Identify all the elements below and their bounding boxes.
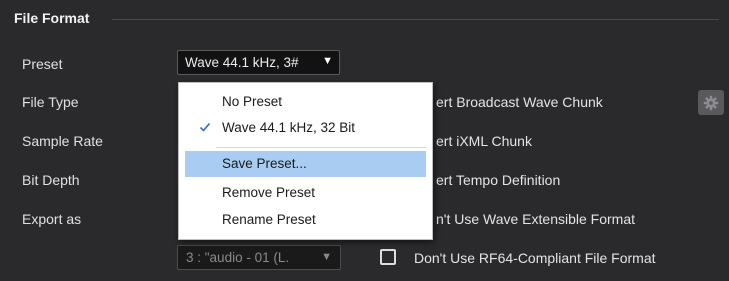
section-header: File Format xyxy=(0,0,729,36)
menu-item-wave-44k-32bit[interactable]: Wave 44.1 kHz, 32 Bit xyxy=(185,115,426,141)
channel-select[interactable]: 3 : "audio - 01 (L. ▼ xyxy=(177,245,341,270)
section-title: File Format xyxy=(14,10,90,26)
checkmark-icon xyxy=(199,122,211,132)
channel-select-value: 3 : "audio - 01 (L. xyxy=(186,250,290,265)
preset-select[interactable]: Wave 44.1 kHz, 3# ▼ xyxy=(177,50,340,75)
insert-tempo-definition-label[interactable]: ert Tempo Definition xyxy=(436,172,560,188)
menu-item-rename-preset[interactable]: Rename Preset xyxy=(185,207,426,233)
menu-item-label: Save Preset... xyxy=(222,156,307,171)
preset-dropdown-menu: No Preset Wave 44.1 kHz, 32 Bit Save Pre… xyxy=(178,82,433,240)
file-type-label: File Type xyxy=(22,94,79,110)
menu-item-no-preset[interactable]: No Preset xyxy=(185,89,426,115)
menu-item-label: Wave 44.1 kHz, 32 Bit xyxy=(222,120,356,135)
chevron-down-icon: ▼ xyxy=(322,55,333,67)
broadcast-settings-button[interactable] xyxy=(698,90,724,115)
bit-depth-label: Bit Depth xyxy=(22,172,80,188)
insert-broadcast-wave-chunk-label[interactable]: ert Broadcast Wave Chunk xyxy=(436,94,603,110)
menu-separator xyxy=(216,147,426,148)
dont-use-wave-extensible-label[interactable]: n't Use Wave Extensible Format xyxy=(436,211,635,227)
menu-item-label: No Preset xyxy=(222,94,283,109)
menu-item-label: Rename Preset xyxy=(222,212,316,227)
menu-item-remove-preset[interactable]: Remove Preset xyxy=(185,180,426,206)
dont-use-rf64-label[interactable]: Don't Use RF64-Compliant File Format xyxy=(414,250,656,266)
preset-label: Preset xyxy=(22,56,63,72)
export-as-label: Export as xyxy=(22,211,82,227)
preset-select-value: Wave 44.1 kHz, 3# xyxy=(185,55,299,70)
sample-rate-label: Sample Rate xyxy=(22,133,103,149)
menu-item-label: Remove Preset xyxy=(222,185,316,200)
menu-item-save-preset[interactable]: Save Preset... xyxy=(185,151,426,177)
chevron-down-icon: ▼ xyxy=(321,251,332,263)
gear-icon xyxy=(703,95,719,110)
insert-ixml-chunk-label[interactable]: ert iXML Chunk xyxy=(436,133,532,149)
rf64-checkbox[interactable] xyxy=(380,249,396,265)
section-divider xyxy=(112,19,719,20)
